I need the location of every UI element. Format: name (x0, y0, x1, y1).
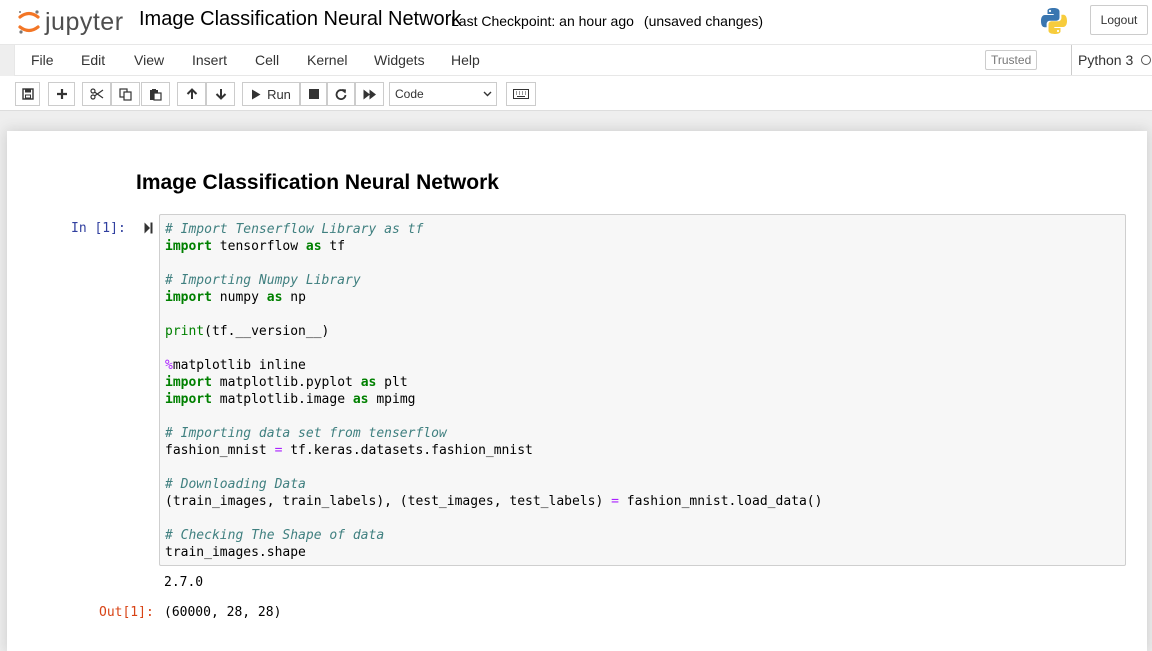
keyboard-icon (513, 89, 529, 99)
logo-text: jupyter (45, 7, 124, 36)
menu-cell[interactable]: Cell (255, 52, 279, 68)
menu-help[interactable]: Help (451, 52, 480, 68)
result-output: (60000, 28, 28) (164, 605, 282, 620)
code-editor[interactable]: # Import Tenserflow Library as tf import… (165, 221, 822, 561)
kernel-name: Python 3 (1078, 52, 1134, 68)
code-line[interactable]: import numpy as np (165, 290, 306, 305)
scissors-icon (89, 88, 103, 100)
code-line[interactable]: import matplotlib.image as mpimg (165, 392, 415, 407)
move-up-button[interactable] (177, 82, 206, 106)
cell-type-select[interactable]: Code (389, 82, 497, 106)
code-line[interactable]: # Checking The Shape of data (165, 528, 384, 543)
code-cell-input[interactable]: # Import Tenserflow Library as tf import… (159, 214, 1126, 566)
save-icon (21, 88, 34, 100)
cell-type-value: Code (395, 87, 424, 101)
save-button[interactable] (15, 82, 40, 106)
interrupt-button[interactable] (300, 82, 327, 106)
fast-forward-icon (363, 89, 376, 99)
code-line[interactable]: print(tf.__version__) (165, 324, 329, 339)
menu-file[interactable]: File (31, 52, 54, 68)
arrow-up-icon (186, 88, 197, 99)
restart-run-all-button[interactable] (355, 82, 384, 106)
toolbar: Run Code (0, 76, 1152, 111)
code-line[interactable]: fashion_mnist = tf.keras.datasets.fashio… (165, 443, 533, 458)
notebook-header: jupyter Image Classification Neural Netw… (0, 0, 1152, 45)
stop-icon (308, 89, 319, 99)
menu-edit[interactable]: Edit (81, 52, 105, 68)
trusted-indicator[interactable]: Trusted (985, 50, 1038, 70)
arrow-down-icon (215, 89, 226, 100)
copy-button[interactable] (111, 82, 140, 106)
restart-kernel-button[interactable] (327, 82, 355, 106)
kernel-idle-icon (1141, 55, 1152, 65)
menu-widgets[interactable]: Widgets (374, 52, 425, 68)
run-button[interactable]: Run (242, 82, 300, 106)
code-line[interactable]: %matplotlib inline (165, 358, 306, 373)
python-logo-icon (1041, 8, 1067, 34)
cut-button[interactable] (82, 82, 111, 106)
output-prompt: Out[1]: (99, 605, 154, 620)
last-checkpoint: Last Checkpoint: an hour ago (451, 13, 634, 29)
copy-icon (119, 87, 132, 101)
unsaved-changes: (unsaved changes) (643, 13, 763, 29)
code-line[interactable]: (train_images, train_labels), (test_imag… (165, 494, 822, 509)
run-label: Run (267, 86, 291, 102)
menubar: File Edit View Insert Cell Kernel Widget… (14, 45, 1152, 76)
code-line[interactable]: # Import Tenserflow Library as tf (165, 222, 423, 237)
logout-button[interactable]: Logout (1090, 5, 1148, 35)
menu-insert[interactable]: Insert (192, 52, 227, 68)
stream-output: 2.7.0 (164, 575, 204, 590)
menu-view[interactable]: View (134, 52, 164, 68)
paste-button[interactable] (141, 82, 170, 106)
code-line[interactable]: # Importing data set from tenserflow (165, 426, 447, 441)
step-forward-icon[interactable] (144, 222, 153, 234)
play-icon (252, 89, 261, 99)
command-palette-button[interactable] (506, 82, 536, 106)
code-line[interactable]: import matplotlib.pyplot as plt (165, 375, 408, 390)
jupyter-logo[interactable]: jupyter (17, 8, 124, 36)
checkpoint-status: Last Checkpoint: an hour ago (unsaved cha… (451, 13, 763, 29)
code-line[interactable]: # Importing Numpy Library (165, 273, 361, 288)
code-line[interactable]: import tensorflow as tf (165, 239, 345, 254)
paste-icon (150, 88, 162, 101)
notebook-title[interactable]: Image Classification Neural Network (139, 8, 461, 31)
insert-cell-button[interactable] (48, 82, 75, 106)
restart-icon (335, 89, 347, 100)
code-line[interactable]: train_images.shape (165, 545, 306, 560)
move-down-button[interactable] (206, 82, 235, 106)
menu-kernel[interactable]: Kernel (307, 52, 347, 68)
kernel-indicator: Python 3 (1071, 45, 1152, 75)
plus-icon (56, 89, 67, 99)
chevron-down-icon (483, 91, 492, 97)
jupyter-logo-icon (18, 10, 40, 34)
code-line[interactable]: # Downloading Data (165, 477, 306, 492)
notebook-container: Image Classification Neural Network In [… (7, 131, 1147, 651)
markdown-heading[interactable]: Image Classification Neural Network (136, 171, 499, 195)
input-prompt: In [1]: (71, 221, 126, 236)
